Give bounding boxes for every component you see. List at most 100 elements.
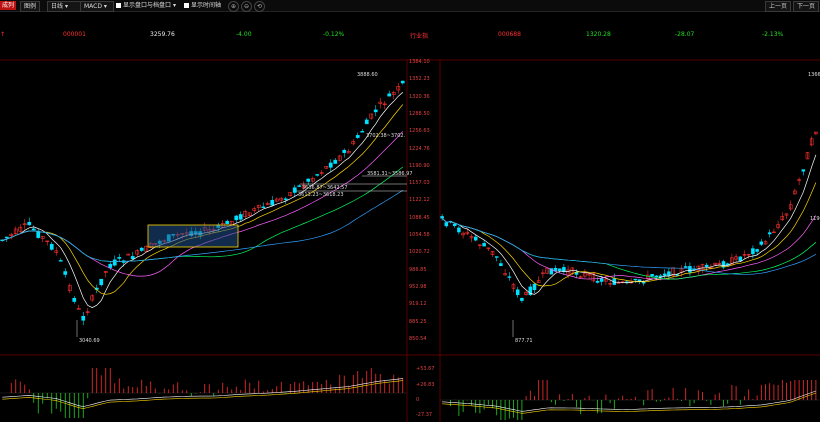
left-candle <box>261 206 266 208</box>
right-ma-line <box>441 217 817 280</box>
axis-tick-label: 919.12 <box>409 301 427 308</box>
left-candle <box>225 220 230 225</box>
right-candle <box>675 274 680 276</box>
axis-tick-label: 1352.23 <box>409 76 430 83</box>
left-candle <box>315 174 320 176</box>
right-candle <box>662 273 667 276</box>
left-candle <box>270 200 275 206</box>
right-candle <box>595 280 600 283</box>
left-candle <box>306 178 311 182</box>
axis-tick-label: 1384.10 <box>409 59 430 65</box>
left-ma-line <box>2 104 404 295</box>
right-candle <box>633 278 638 281</box>
right-candle <box>738 256 743 262</box>
left-candle <box>49 243 54 250</box>
right-candle <box>755 249 759 252</box>
axis-tick-label: 1288.50 <box>409 110 430 117</box>
left-candle <box>355 135 360 138</box>
left-candle <box>130 256 135 260</box>
left-candle <box>31 228 36 231</box>
right-candle <box>473 236 478 241</box>
left-candle <box>364 119 369 125</box>
left-annotation-2: 3581.31~3586.97 <box>367 171 413 177</box>
axis-tick-label: 885.25 <box>409 318 427 325</box>
right-candle <box>457 227 461 233</box>
axis-tick-label: 1088.45 <box>409 214 430 221</box>
left-annotation-3: 3636.87~3642.57 <box>302 185 348 191</box>
left-ma-line <box>2 131 404 277</box>
left-low-label: 3040.69 <box>79 338 100 344</box>
right-candle <box>499 263 503 267</box>
right-macd-dea <box>442 392 817 414</box>
left-candle <box>238 214 243 220</box>
right-candle <box>767 232 772 235</box>
right-candle <box>599 278 604 282</box>
axis-tick-label: 1054.58 <box>409 232 430 238</box>
right-ma-line <box>441 217 817 275</box>
left-candle <box>27 221 32 226</box>
right-candle <box>444 222 449 227</box>
left-candle <box>4 236 9 239</box>
right-ma-line <box>441 215 817 280</box>
right-candle <box>515 289 520 296</box>
right-candle <box>482 242 486 247</box>
axis-tick-label: 1190.90 <box>409 162 430 169</box>
axis-tick-label: 1157.03 <box>409 180 430 187</box>
axis-tick-label: 1256.63 <box>409 128 430 135</box>
left-candle <box>328 162 333 168</box>
right-candle <box>557 268 562 271</box>
right-candle <box>688 266 692 273</box>
consolidation-box <box>147 224 239 248</box>
axis-tick-label: 1122.12 <box>409 197 430 204</box>
axis-tick-label: 1320.36 <box>409 93 430 100</box>
right-candle <box>440 216 444 219</box>
left-candle <box>108 263 113 268</box>
left-candle <box>360 131 365 133</box>
right-candle <box>704 264 709 267</box>
right-candle <box>759 241 764 245</box>
left-candle <box>112 259 117 266</box>
right-low-label: 877.71 <box>515 338 533 344</box>
left-candle <box>387 93 392 97</box>
left-candle <box>297 185 302 187</box>
left-candle <box>333 159 338 164</box>
left-macd-dea <box>2 380 403 409</box>
axis-tick-label: 986.85 <box>409 266 427 273</box>
left-candle <box>400 80 405 84</box>
axis-tick-label: 952.98 <box>409 283 427 290</box>
right-candle <box>494 256 499 258</box>
right-candle <box>532 283 537 291</box>
left-candle <box>342 149 347 153</box>
right-candle <box>507 276 512 278</box>
right-high-label: 1366 <box>808 72 820 78</box>
right-candle <box>520 297 524 301</box>
right-annotation-1: 1190 <box>810 216 820 222</box>
axis-tick-label: 850.54 <box>409 335 427 342</box>
left-candle <box>72 297 77 302</box>
left-candle <box>58 260 63 262</box>
left-annotation-4: 3613.23~3618.23 <box>298 192 344 198</box>
right-candle <box>452 223 457 227</box>
left-candle <box>234 215 239 221</box>
left-high-label: 3888.60 <box>357 72 378 78</box>
left-candle <box>81 316 86 321</box>
left-candle <box>283 198 288 200</box>
left-candle <box>373 109 378 113</box>
left-annotation-1: 3702.38~3702. <box>366 133 406 139</box>
axis-tick-label: 1224.76 <box>409 145 430 152</box>
left-candle <box>117 257 122 259</box>
right-candle <box>801 169 806 172</box>
right-candle <box>683 266 688 268</box>
left-ma-line <box>2 92 404 308</box>
macd-axis-label: +26.83 <box>416 382 435 388</box>
left-candle <box>63 271 68 275</box>
right-candle <box>654 275 659 278</box>
left-candle <box>99 278 104 286</box>
left-candle <box>292 187 297 193</box>
axis-tick-label: 1020.72 <box>409 249 430 256</box>
macd-axis-label: -27.37 <box>416 412 433 418</box>
right-candle <box>650 274 654 277</box>
right-candle <box>641 281 646 284</box>
right-candle <box>667 271 671 276</box>
macd-axis-label: +53.67 <box>416 366 435 372</box>
